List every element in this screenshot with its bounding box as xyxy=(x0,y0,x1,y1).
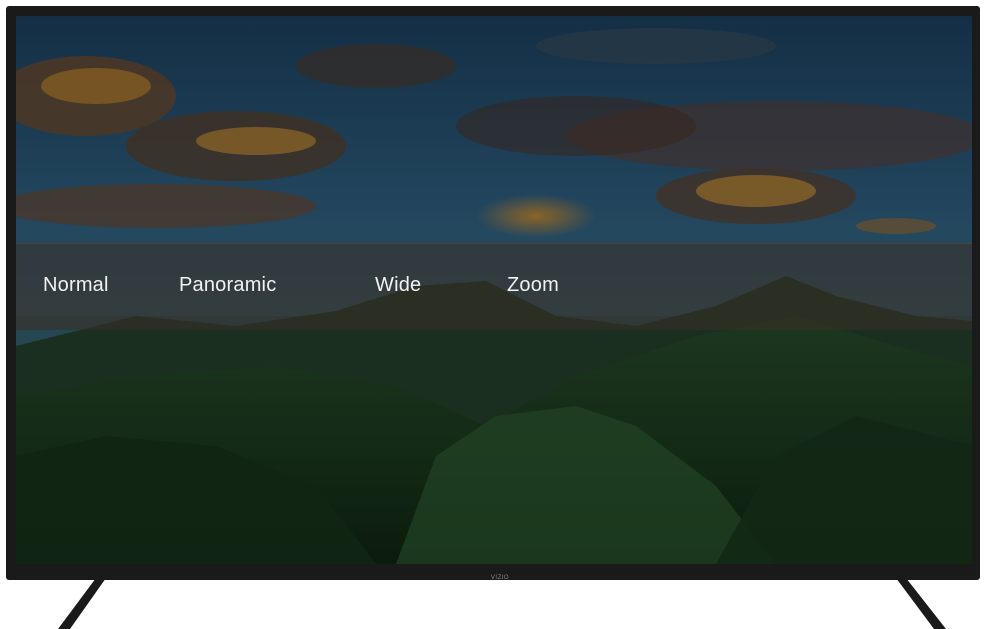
menu-item-wide[interactable]: Wide xyxy=(375,274,421,297)
menu-item-zoom[interactable]: Zoom xyxy=(507,274,559,297)
aspect-ratio-menu: Normal Panoramic Wide Zoom xyxy=(16,243,972,330)
tv-stand-left xyxy=(58,578,106,629)
tv-brand-logo: VIZIO xyxy=(490,575,510,581)
tv-stand-right xyxy=(896,578,946,629)
menu-item-normal[interactable]: Normal xyxy=(43,274,109,297)
menu-item-panoramic[interactable]: Panoramic xyxy=(179,274,276,297)
tv-frame: Normal Panoramic Wide Zoom VIZIO xyxy=(6,6,980,581)
